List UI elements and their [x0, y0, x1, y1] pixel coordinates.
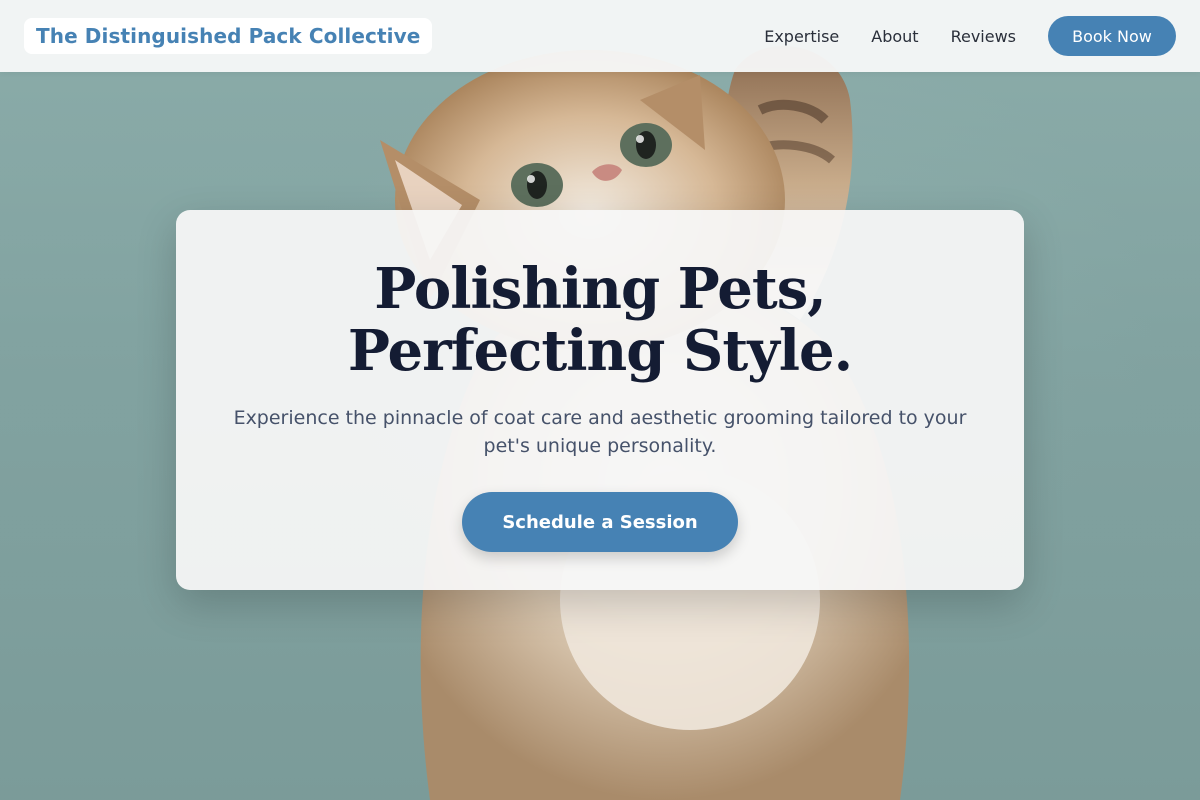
book-now-button[interactable]: Book Now: [1048, 16, 1176, 56]
top-navbar: The Distinguished Pack Collective Expert…: [0, 0, 1200, 72]
brand-logo[interactable]: The Distinguished Pack Collective: [24, 18, 433, 54]
nav-link-reviews[interactable]: Reviews: [951, 27, 1016, 46]
nav-links: Expertise About Reviews Book Now: [764, 16, 1176, 56]
hero-card: Polishing Pets, Perfecting Style. Experi…: [176, 210, 1024, 590]
hero-subtitle: Experience the pinnacle of coat care and…: [233, 407, 967, 457]
hero-title: Polishing Pets, Perfecting Style.: [347, 256, 853, 384]
nav-link-about[interactable]: About: [871, 27, 918, 46]
schedule-session-button[interactable]: Schedule a Session: [462, 492, 738, 552]
nav-link-expertise[interactable]: Expertise: [764, 27, 839, 46]
